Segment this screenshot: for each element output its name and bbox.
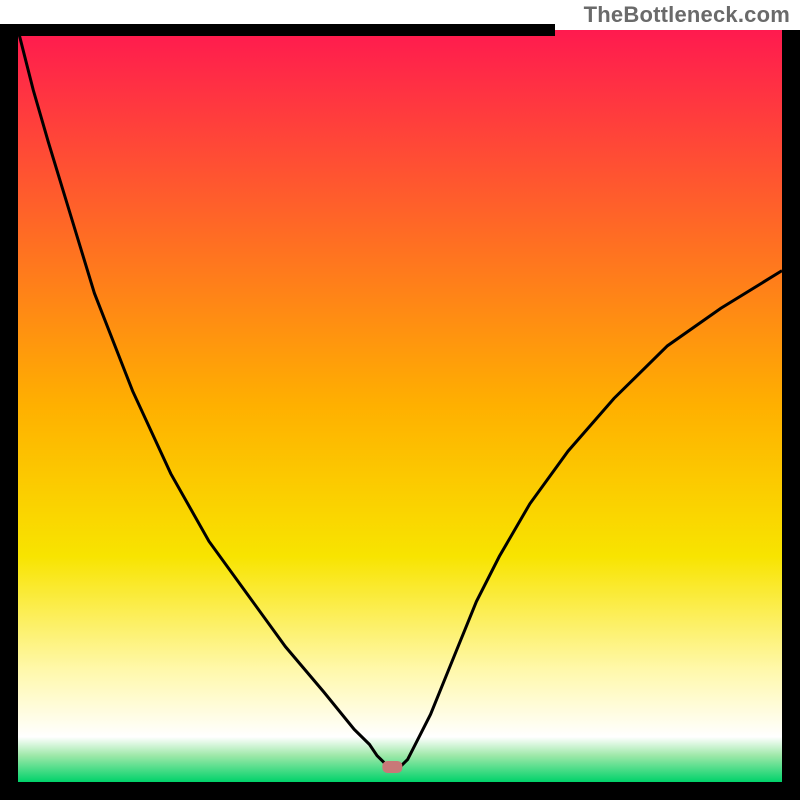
chart-stage: TheBottleneck.com <box>0 0 800 800</box>
plot-frame-top <box>0 24 555 36</box>
optimum-marker <box>382 761 402 773</box>
plot-frame-left <box>0 30 18 800</box>
plot-background <box>18 30 782 782</box>
plot-frame-right <box>782 30 800 800</box>
plot-frame-bottom <box>0 782 800 800</box>
watermark-text: TheBottleneck.com <box>584 2 790 28</box>
bottleneck-chart <box>0 0 800 800</box>
